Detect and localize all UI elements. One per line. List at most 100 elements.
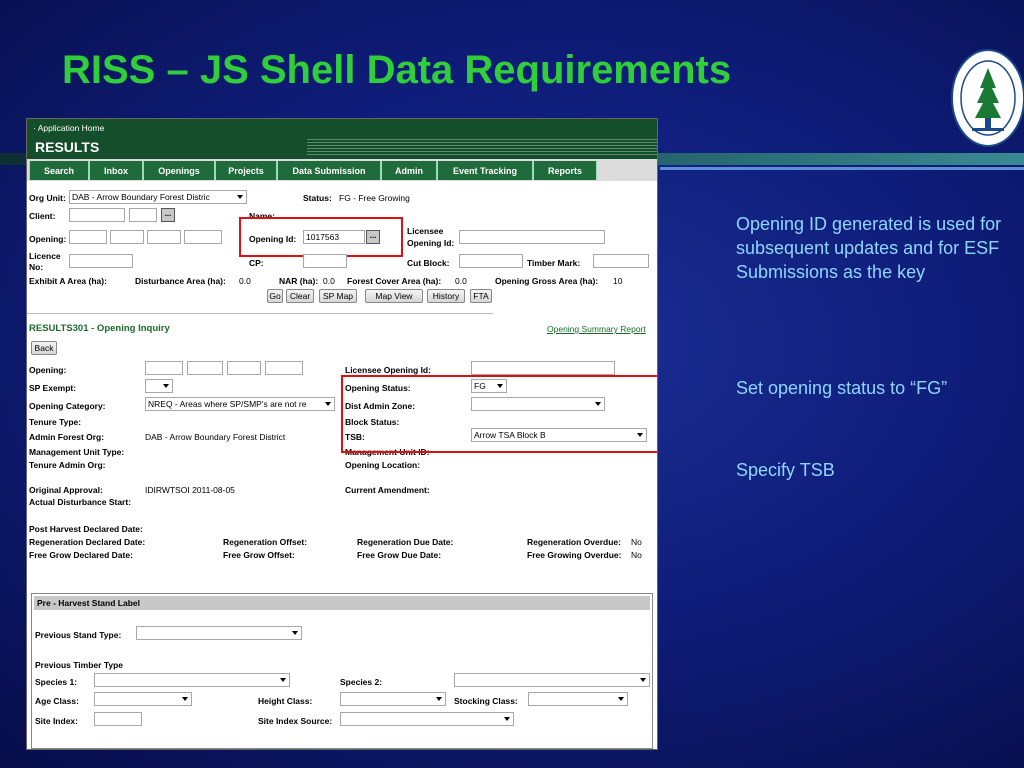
- gross-area-label: Opening Gross Area (ha):: [495, 276, 599, 286]
- opening-category-label: Opening Category:: [29, 401, 106, 411]
- chevron-down-icon: [325, 402, 331, 406]
- cut-block-input[interactable]: [459, 254, 523, 268]
- org-unit-label: Org Unit:: [29, 193, 66, 203]
- sp-map-button[interactable]: SP Map: [319, 289, 357, 303]
- site-index-input[interactable]: [94, 712, 142, 726]
- opening-input-2[interactable]: [110, 230, 144, 244]
- licensee-opening-id-input[interactable]: [459, 230, 605, 244]
- site-index-source-select[interactable]: [340, 712, 514, 726]
- opening-input-3[interactable]: [147, 230, 181, 244]
- chevron-down-icon: [182, 697, 188, 701]
- opening-location-label: Opening Location:: [345, 460, 421, 470]
- org-unit-select[interactable]: DAB - Arrow Boundary Forest Distric: [69, 190, 247, 204]
- height-class-select[interactable]: [340, 692, 446, 706]
- licence-label: Licence: [29, 251, 61, 261]
- licence-input[interactable]: [69, 254, 133, 268]
- regen-offset-label: Regeneration Offset:: [223, 537, 308, 547]
- nar-value: 0.0: [323, 276, 335, 286]
- forest-cover-label: Forest Cover Area (ha):: [347, 276, 442, 286]
- previous-stand-type-select[interactable]: [136, 626, 302, 640]
- inquiry-opening-input-3[interactable]: [227, 361, 261, 375]
- gross-area-value: 10: [613, 276, 623, 286]
- cp-input[interactable]: [303, 254, 347, 268]
- inquiry-licensee-input[interactable]: [471, 361, 615, 375]
- forest-cover-value: 0.0: [455, 276, 467, 286]
- previous-timber-type-label: Previous Timber Type: [35, 660, 124, 670]
- chevron-down-icon: [436, 697, 442, 701]
- opening-summary-report-link[interactable]: Opening Summary Report: [547, 324, 646, 334]
- species-1-label: Species 1:: [35, 677, 78, 687]
- highlight-status-tsb: [341, 375, 657, 453]
- results-screenshot: · Application Home RESULTS Search Inbox …: [26, 118, 658, 750]
- chevron-down-icon: [163, 384, 169, 388]
- tab-projects[interactable]: Projects: [215, 161, 277, 180]
- note-opening-status: Set opening status to “FG”: [736, 378, 948, 398]
- free-growing-overdue-value: No: [631, 550, 642, 560]
- history-button[interactable]: History: [427, 289, 465, 303]
- client-location-input[interactable]: [129, 208, 157, 222]
- forest-service-logo-icon: [951, 49, 1024, 147]
- tab-event-tracking[interactable]: Event Tracking: [437, 161, 533, 180]
- note-tsb: Specify TSB: [736, 460, 835, 480]
- disturbance-area-label: Disturbance Area (ha):: [135, 276, 226, 286]
- clear-button[interactable]: Clear: [286, 289, 314, 303]
- regen-due-label: Regeneration Due Date:: [357, 537, 454, 547]
- original-approval-value: IDIRWTSOI 2011-08-05: [145, 485, 235, 495]
- tenure-type-label: Tenure Type:: [29, 417, 82, 427]
- highlight-opening-id: [239, 217, 403, 257]
- inquiry-opening-input-4[interactable]: [265, 361, 303, 375]
- original-approval-label: Original Approval:: [29, 485, 103, 495]
- tab-admin[interactable]: Admin: [381, 161, 437, 180]
- opening-input-4[interactable]: [184, 230, 222, 244]
- post-harvest-label: Post Harvest Declared Date:: [29, 524, 143, 534]
- slide-title: RISS – JS Shell Data Requirements: [62, 48, 732, 92]
- age-class-select[interactable]: [94, 692, 192, 706]
- decorative-line: [660, 167, 1024, 170]
- client-input[interactable]: [69, 208, 125, 222]
- stocking-class-select[interactable]: [528, 692, 628, 706]
- inquiry-opening-input-1[interactable]: [145, 361, 183, 375]
- client-lookup-button[interactable]: ...: [161, 208, 175, 222]
- free-grow-due-label: Free Grow Due Date:: [357, 550, 442, 560]
- panel-header: Pre - Harvest Stand Label: [34, 596, 650, 610]
- tab-search[interactable]: Search: [29, 161, 89, 180]
- opening-row-label: Opening:: [29, 365, 67, 375]
- chevron-down-icon: [504, 717, 510, 721]
- fta-button[interactable]: FTA: [470, 289, 492, 303]
- age-class-label: Age Class:: [35, 696, 79, 706]
- regen-overdue-value: No: [631, 537, 642, 547]
- inquiry-opening-input-2[interactable]: [187, 361, 223, 375]
- species-1-select[interactable]: [94, 673, 290, 687]
- cut-block-label: Cut Block:: [407, 258, 450, 268]
- previous-stand-type-label: Previous Stand Type:: [35, 630, 122, 640]
- opening-category-select[interactable]: NREQ - Areas where SP/SMP's are not re: [145, 397, 335, 411]
- opening-label: Opening:: [29, 234, 67, 244]
- licensee-opening-id-row-label: Licensee Opening Id:: [345, 365, 431, 375]
- actual-disturbance-label: Actual Disturbance Start:: [29, 497, 132, 507]
- cp-label: CP:: [249, 258, 264, 268]
- free-grow-offset-label: Free Grow Offset:: [223, 550, 295, 560]
- tab-inbox[interactable]: Inbox: [89, 161, 143, 180]
- status-label: Status:: [303, 193, 332, 203]
- tab-openings[interactable]: Openings: [143, 161, 215, 180]
- tenure-admin-org-label: Tenure Admin Org:: [29, 460, 106, 470]
- admin-forest-org-label: Admin Forest Org:: [29, 432, 105, 442]
- go-button[interactable]: Go: [267, 289, 283, 303]
- map-view-button[interactable]: Map View: [365, 289, 423, 303]
- status-value: FG - Free Growing: [339, 193, 410, 203]
- back-button[interactable]: Back: [31, 341, 57, 355]
- regen-overdue-label: Regeneration Overdue:: [527, 537, 621, 547]
- opening-input-1[interactable]: [69, 230, 107, 244]
- inquiry-title: RESULTS301 - Opening Inquiry: [29, 323, 170, 334]
- licensee-label: Licensee: [407, 226, 444, 236]
- tab-data-submission[interactable]: Data Submission: [277, 161, 381, 180]
- site-index-label: Site Index:: [35, 716, 78, 726]
- chevron-down-icon: [292, 631, 298, 635]
- exhibit-area-label: Exhibit A Area (ha):: [29, 276, 107, 286]
- sp-exempt-select[interactable]: [145, 379, 173, 393]
- timber-mark-input[interactable]: [593, 254, 649, 268]
- species-2-select[interactable]: [454, 673, 650, 687]
- tab-reports[interactable]: Reports: [533, 161, 597, 180]
- regen-declared-label: Regeneration Declared Date:: [29, 537, 146, 547]
- application-home-link[interactable]: · Application Home: [33, 123, 104, 133]
